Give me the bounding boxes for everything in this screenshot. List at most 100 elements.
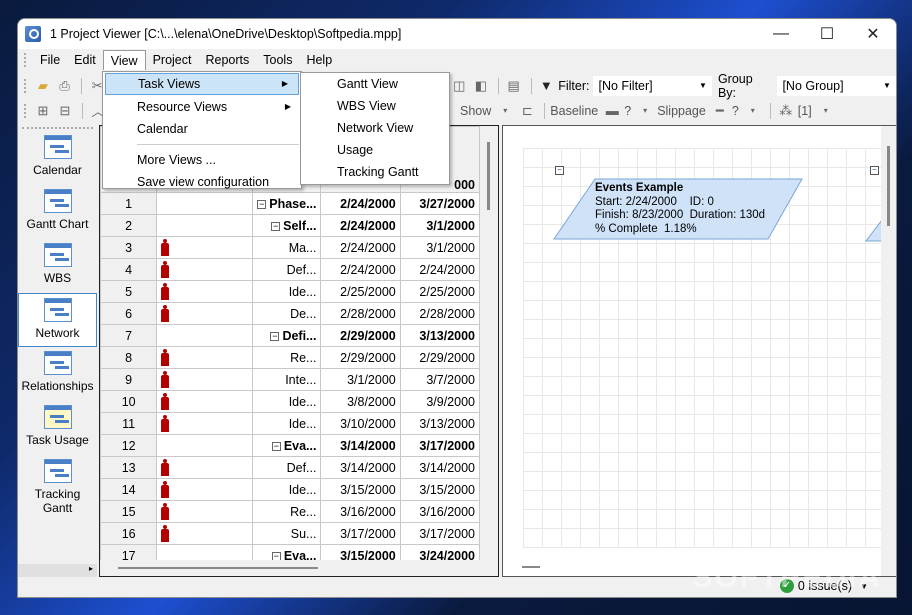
horizontal-scroll-thumb[interactable] <box>522 566 540 568</box>
minimize-button[interactable]: — <box>758 19 804 49</box>
group-by-select[interactable]: [No Group] ▼ <box>777 75 896 96</box>
baseline-select[interactable]: ? <box>624 104 631 118</box>
network-icon <box>43 298 72 322</box>
table-row[interactable]: 8 Re... 2/29/2000 2/29/2000 <box>99 346 481 369</box>
maximize-button[interactable]: ☐ <box>804 19 850 49</box>
collapse-node-icon[interactable]: − <box>555 166 564 175</box>
sidebar-item-gantt-chart[interactable]: Gantt Chart <box>18 185 97 239</box>
slippage-select[interactable]: ? <box>732 104 739 118</box>
menu-item-network-view[interactable]: Network View <box>301 117 449 139</box>
table-row[interactable]: 2 − Self... 2/24/2000 3/1/2000 <box>99 214 481 237</box>
show-dropdown-icon[interactable]: ▾ <box>495 102 515 120</box>
menu-view[interactable]: View <box>102 50 146 70</box>
menu-item-more-views[interactable]: More Views ... <box>103 149 301 171</box>
split-view-icon[interactable]: ◫ <box>449 77 469 95</box>
print-icon[interactable]: ⎙ <box>55 77 75 95</box>
collapse-icon[interactable]: − <box>271 441 281 451</box>
sidebar-item-calendar[interactable]: Calendar <box>18 131 97 185</box>
close-button[interactable]: ✕ <box>850 19 896 49</box>
indicator-cell <box>156 368 254 391</box>
row-number: 2 <box>99 214 158 237</box>
start-date-cell: 3/14/2000 <box>320 434 401 457</box>
table-row[interactable]: 11 Ide... 3/10/2000 3/13/2000 <box>99 412 481 435</box>
menu-item-wbs-view[interactable]: WBS View <box>301 95 449 117</box>
menu-item-calendar[interactable]: Calendar <box>103 118 301 140</box>
resource-person-icon <box>161 459 170 476</box>
sidebar-item-tracking-gantt[interactable]: Tracking Gantt <box>18 455 97 517</box>
filter-select[interactable]: [No Filter] ▼ <box>593 75 712 96</box>
table-row[interactable]: 5 Ide... 2/25/2000 2/25/2000 <box>99 280 481 303</box>
menu-help[interactable]: Help <box>299 50 339 70</box>
menu-item-tracking-gantt[interactable]: Tracking Gantt <box>301 161 449 183</box>
table-row[interactable]: 9 Inte... 3/1/2000 3/7/2000 <box>99 368 481 391</box>
menu-item-save-view-configuration[interactable]: Save view configuration <box>103 171 301 193</box>
indicator-cell <box>156 280 254 303</box>
start-date-cell: 3/15/2000 <box>320 478 401 501</box>
task-name: Ide... <box>288 284 317 299</box>
menu-item-gantt-view[interactable]: Gantt View <box>301 73 449 95</box>
single-view-icon[interactable]: ◧ <box>471 77 491 95</box>
show-button[interactable]: Show <box>460 104 491 118</box>
task-name: Ma... <box>288 240 317 255</box>
outline-level-select[interactable]: [1] <box>798 104 812 118</box>
task-name: Re... <box>290 350 317 365</box>
outline-icon[interactable]: ⊏ <box>517 102 537 120</box>
finish-date-cell: 3/7/2000 <box>399 368 481 391</box>
menu-item-usage[interactable]: Usage <box>301 139 449 161</box>
grip-handle[interactable] <box>24 53 28 67</box>
table-row[interactable]: 15 Re... 3/16/2000 3/16/2000 <box>99 500 481 523</box>
slippage-bar-icon: ━ <box>715 102 724 118</box>
table-row[interactable]: 3 Ma... 2/24/2000 3/1/2000 <box>99 236 481 259</box>
table-row[interactable]: 10 Ide... 3/8/2000 3/9/2000 <box>99 390 481 413</box>
vertical-scrollbar[interactable] <box>480 126 498 576</box>
table-row[interactable]: 7 − Defi... 2/29/2000 3/13/2000 <box>99 324 481 347</box>
sidebar-item-network[interactable]: Network <box>18 293 97 347</box>
expand-icon[interactable]: ⊞ <box>33 102 53 120</box>
collapse-icon[interactable]: − <box>270 331 280 341</box>
indicator-cell <box>156 214 254 237</box>
chevron-down-icon[interactable]: ▾ <box>816 102 836 120</box>
sidebar-item-wbs[interactable]: WBS <box>18 239 97 293</box>
collapse-node-icon[interactable]: − <box>870 166 879 175</box>
resource-person-icon <box>161 415 170 432</box>
group-by-value: [No Group] <box>782 78 844 93</box>
menu-project[interactable]: Project <box>146 50 199 70</box>
open-folder-icon[interactable]: ▰ <box>33 77 53 95</box>
table-row[interactable]: 1 − Phase... 2/24/2000 3/27/2000 <box>99 192 481 215</box>
menu-tools[interactable]: Tools <box>256 50 299 70</box>
grip-handle[interactable] <box>22 127 93 130</box>
horizontal-scrollbar[interactable] <box>100 560 480 576</box>
collapse-icon[interactable]: ⊟ <box>55 102 75 120</box>
resource-person-icon <box>161 393 170 410</box>
collapse-icon[interactable]: − <box>271 221 281 231</box>
sidebar-item-relationships[interactable]: Relationships <box>18 347 97 401</box>
network-node[interactable]: Events Example Start: 2/24/2000 ID: 0 Fi… <box>553 178 803 240</box>
chevron-down-icon[interactable]: ▾ <box>635 102 655 120</box>
scroll-thumb[interactable] <box>887 146 890 226</box>
sidebar-item-task-usage[interactable]: Task Usage <box>18 401 97 455</box>
grip-handle[interactable] <box>24 103 28 118</box>
calendar-icon <box>43 135 72 159</box>
menu-file[interactable]: File <box>33 50 67 70</box>
chevron-down-icon[interactable]: ▾ <box>743 102 763 120</box>
scroll-thumb[interactable] <box>487 142 490 210</box>
collapse-icon[interactable]: − <box>257 199 267 209</box>
row-number: 13 <box>99 456 158 479</box>
task-name-cell: Ide... <box>252 390 322 413</box>
table-row[interactable]: 6 De... 2/28/2000 2/28/2000 <box>99 302 481 325</box>
menu-item-resource-views[interactable]: Resource Views ▶ <box>103 96 301 118</box>
grip-handle[interactable] <box>24 78 28 93</box>
vertical-scrollbar[interactable] <box>881 126 896 576</box>
scroll-thumb[interactable] <box>118 567 318 569</box>
table-row[interactable]: 16 Su... 3/17/2000 3/17/2000 <box>99 522 481 545</box>
table-row[interactable]: 4 Def... 2/24/2000 2/24/2000 <box>99 258 481 281</box>
properties-icon[interactable]: ▤ <box>504 77 524 95</box>
finish-date-cell: 2/25/2000 <box>399 280 481 303</box>
menu-reports[interactable]: Reports <box>198 50 256 70</box>
finish-date-cell: 3/15/2000 <box>399 478 481 501</box>
table-row[interactable]: 13 Def... 3/14/2000 3/14/2000 <box>99 456 481 479</box>
menu-edit[interactable]: Edit <box>67 50 103 70</box>
table-row[interactable]: 14 Ide... 3/15/2000 3/15/2000 <box>99 478 481 501</box>
table-row[interactable]: 12 − Eva... 3/14/2000 3/17/2000 <box>99 434 481 457</box>
menu-item-task-views[interactable]: Task Views ▶ <box>105 73 299 95</box>
